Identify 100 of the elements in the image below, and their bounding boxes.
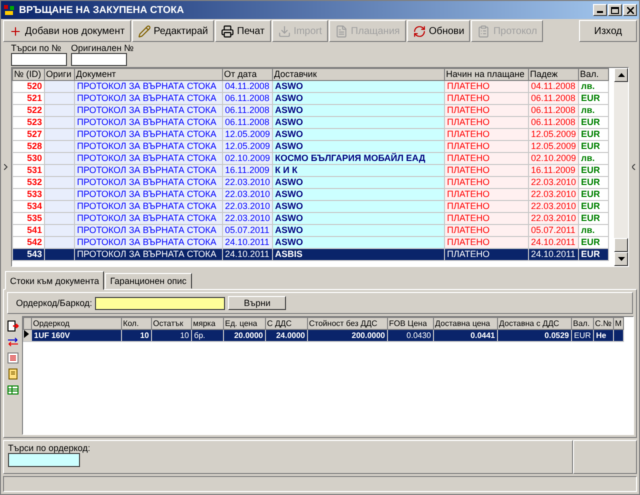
table-cell: 22.03.2010 <box>222 212 272 224</box>
column-header[interactable]: М <box>614 318 624 330</box>
search-field[interactable] <box>71 53 127 66</box>
row-pointer-icon <box>24 330 29 338</box>
download-icon <box>278 24 291 38</box>
table-cell: 12.05.2009 <box>222 140 272 152</box>
table-cell: ПЛАТЕНО <box>444 236 528 248</box>
column-header[interactable]: Ориги <box>44 68 74 80</box>
maximize-button[interactable] <box>608 4 622 16</box>
table-row[interactable]: 541 ПРОТОКОЛ ЗА ВЪРНАТА СТОКА 05.07.2011 ASWO ПЛАТЕНО 05.07.2011 лв. <box>12 224 608 236</box>
table-cell: 22.03.2010 <box>528 176 578 188</box>
exit-button[interactable]: Изход <box>579 20 637 42</box>
table-row[interactable]: 533 ПРОТОКОЛ ЗА ВЪРНАТА СТОКА 22.03.2010 ASWO ПЛАТЕНО 22.03.2010 EUR <box>12 188 608 200</box>
orderkod-search-field[interactable] <box>8 453 80 467</box>
column-header[interactable]: Документ <box>74 68 222 80</box>
list-icon[interactable] <box>7 352 19 364</box>
column-header[interactable]: мярка <box>192 318 224 330</box>
minimize-button[interactable] <box>593 4 607 16</box>
table-row[interactable]: 542 ПРОТОКОЛ ЗА ВЪРНАТА СТОКА 24.10.2011 ASWO ПЛАТЕНО 24.10.2011 EUR <box>12 236 608 248</box>
table-cell: 0.0529 <box>498 330 572 342</box>
toolbar-button[interactable]: Редактирай <box>132 20 214 42</box>
column-header[interactable]: Остатък <box>152 318 192 330</box>
transfer-icon[interactable] <box>7 336 19 348</box>
column-header[interactable]: № (ID) <box>12 68 44 80</box>
table-cell: ПРОТОКОЛ ЗА ВЪРНАТА СТОКА <box>74 80 222 92</box>
table-cell: ASWO <box>272 236 444 248</box>
table-cell: 1UF 160V <box>32 330 122 342</box>
table-cell: ПРОТОКОЛ ЗА ВЪРНАТА СТОКА <box>74 92 222 104</box>
maximize-icon <box>611 6 619 14</box>
table-cell: ПРОТОКОЛ ЗА ВЪРНАТА СТОКА <box>74 176 222 188</box>
export-icon[interactable] <box>7 320 19 332</box>
table-row[interactable]: 531 ПРОТОКОЛ ЗА ВЪРНАТА СТОКА 16.11.2009 К И К ПЛАТЕНО 16.11.2009 EUR <box>12 164 608 176</box>
table-cell: ПРОТОКОЛ ЗА ВЪРНАТА СТОКА <box>74 200 222 212</box>
table-row[interactable]: 528 ПРОТОКОЛ ЗА ВЪРНАТА СТОКА 12.05.2009 ASWO ПЛАТЕНО 12.05.2009 EUR <box>12 140 608 152</box>
table-cell: ASWO <box>272 140 444 152</box>
table-row[interactable]: 1UF 160V 10 10 бр. 20.0000 24.0000 200.0000 0.0430 0.0441 0.0529 EUR Не <box>24 330 624 342</box>
table-row[interactable]: 543 ПРОТОКОЛ ЗА ВЪРНАТА СТОКА 24.10.2011 ASBIS ПЛАТЕНО 24.10.2011 EUR <box>12 248 608 260</box>
table-cell: 24.10.2011 <box>222 248 272 260</box>
column-header[interactable]: Доставчик <box>272 68 444 80</box>
table-row[interactable]: 535 ПРОТОКОЛ ЗА ВЪРНАТА СТОКА 22.03.2010 ASWO ПЛАТЕНО 22.03.2010 EUR <box>12 212 608 224</box>
arrow-up-icon <box>618 73 624 77</box>
column-header[interactable]: От дата <box>222 68 272 80</box>
column-header[interactable]: С ДДС <box>266 318 308 330</box>
toolbar-button[interactable]: Печат <box>215 20 271 42</box>
window-title: ВРЪЩАНЕ НА ЗАКУПЕНА СТОКА <box>19 4 184 16</box>
table-row[interactable]: 527 ПРОТОКОЛ ЗА ВЪРНАТА СТОКА 12.05.2009 ASWO ПЛАТЕНО 12.05.2009 EUR <box>12 128 608 140</box>
table-row[interactable]: 521 ПРОТОКОЛ ЗА ВЪРНАТА СТОКА 06.11.2008 ASWO ПЛАТЕНО 06.11.2008 EUR <box>12 92 608 104</box>
table-cell: 16.11.2009 <box>528 164 578 176</box>
table-cell: 22.03.2010 <box>222 176 272 188</box>
table-cell: 22.03.2010 <box>528 200 578 212</box>
table-row[interactable]: 520 ПРОТОКОЛ ЗА ВЪРНАТА СТОКА 04.11.2008 ASWO ПЛАТЕНО 04.11.2008 лв. <box>12 80 608 92</box>
table-cell: ПЛАТЕНО <box>444 116 528 128</box>
table-row[interactable]: 530 ПРОТОКОЛ ЗА ВЪРНАТА СТОКА 02.10.2009 КОСМО БЪЛГАРИЯ МОБАЙЛ ЕАД ПЛАТЕНО 02.10.2009 лв. <box>12 152 608 164</box>
table-cell: 542 <box>12 236 44 248</box>
scrollbar[interactable] <box>614 68 628 266</box>
column-header[interactable]: Доставна цена <box>434 318 498 330</box>
table-cell: 16.11.2009 <box>222 164 272 176</box>
scroll-thumb[interactable] <box>614 238 628 252</box>
barcode-field[interactable] <box>95 296 226 310</box>
toolbar-button[interactable]: Добави нов документ <box>3 20 131 42</box>
table-cell: 520 <box>12 80 44 92</box>
return-button[interactable]: Върни <box>228 296 286 310</box>
column-header[interactable]: Вал. <box>578 68 608 80</box>
table-cell: 527 <box>12 128 44 140</box>
document-icon[interactable] <box>7 368 19 380</box>
column-header[interactable]: Кол. <box>122 318 152 330</box>
search-field[interactable] <box>11 53 67 66</box>
table-cell: 22.03.2010 <box>528 188 578 200</box>
column-header[interactable]: Стойност без ДДС <box>308 318 388 330</box>
close-button[interactable] <box>623 4 637 16</box>
column-header[interactable]: Ордеркод <box>32 318 122 330</box>
table-row[interactable]: 532 ПРОТОКОЛ ЗА ВЪРНАТА СТОКА 22.03.2010 ASWO ПЛАТЕНО 22.03.2010 EUR <box>12 176 608 188</box>
chevron-icon <box>4 164 8 170</box>
table-row[interactable]: 534 ПРОТОКОЛ ЗА ВЪРНАТА СТОКА 22.03.2010 ASWO ПЛАТЕНО 22.03.2010 EUR <box>12 200 608 212</box>
toolbar-button[interactable]: Обнови <box>406 20 470 42</box>
table-row[interactable]: 523 ПРОТОКОЛ ЗА ВЪРНАТА СТОКА 06.11.2008 ASWO ПЛАТЕНО 06.11.2008 EUR <box>12 116 608 128</box>
column-header[interactable]: Ед. цена <box>224 318 266 330</box>
table-cell: 02.10.2009 <box>528 152 578 164</box>
column-header[interactable]: Начин на плащане <box>444 68 528 80</box>
table-cell: ASWO <box>272 104 444 116</box>
column-header[interactable]: C.№ <box>594 318 614 330</box>
table-cell: 541 <box>12 224 44 236</box>
column-header[interactable]: Вал. <box>572 318 594 330</box>
table-cell: ASWO <box>272 176 444 188</box>
field-label: Търси по № <box>11 43 62 53</box>
table-cell: ПЛАТЕНО <box>444 92 528 104</box>
table-cell: 543 <box>12 248 44 260</box>
table-cell: 06.11.2008 <box>528 116 578 128</box>
tab[interactable]: Гаранционен опис <box>105 273 192 289</box>
table-cell: К И К <box>272 164 444 176</box>
column-header[interactable]: Падеж <box>528 68 578 80</box>
field-label: Ордеркод/Баркод: <box>16 298 92 308</box>
tab[interactable]: Стоки към документа <box>5 271 104 290</box>
column-header[interactable]: FOB Цена <box>388 318 434 330</box>
table-row[interactable]: 522 ПРОТОКОЛ ЗА ВЪРНАТА СТОКА 06.11.2008 ASWO ПЛАТЕНО 06.11.2008 лв. <box>12 104 608 116</box>
column-header[interactable]: Доставна с ДДС <box>498 318 572 330</box>
spreadsheet-icon[interactable] <box>7 384 19 396</box>
table-cell: ПЛАТЕНО <box>444 200 528 212</box>
table-cell: 05.07.2011 <box>528 224 578 236</box>
table-cell: ПРОТОКОЛ ЗА ВЪРНАТА СТОКА <box>74 104 222 116</box>
